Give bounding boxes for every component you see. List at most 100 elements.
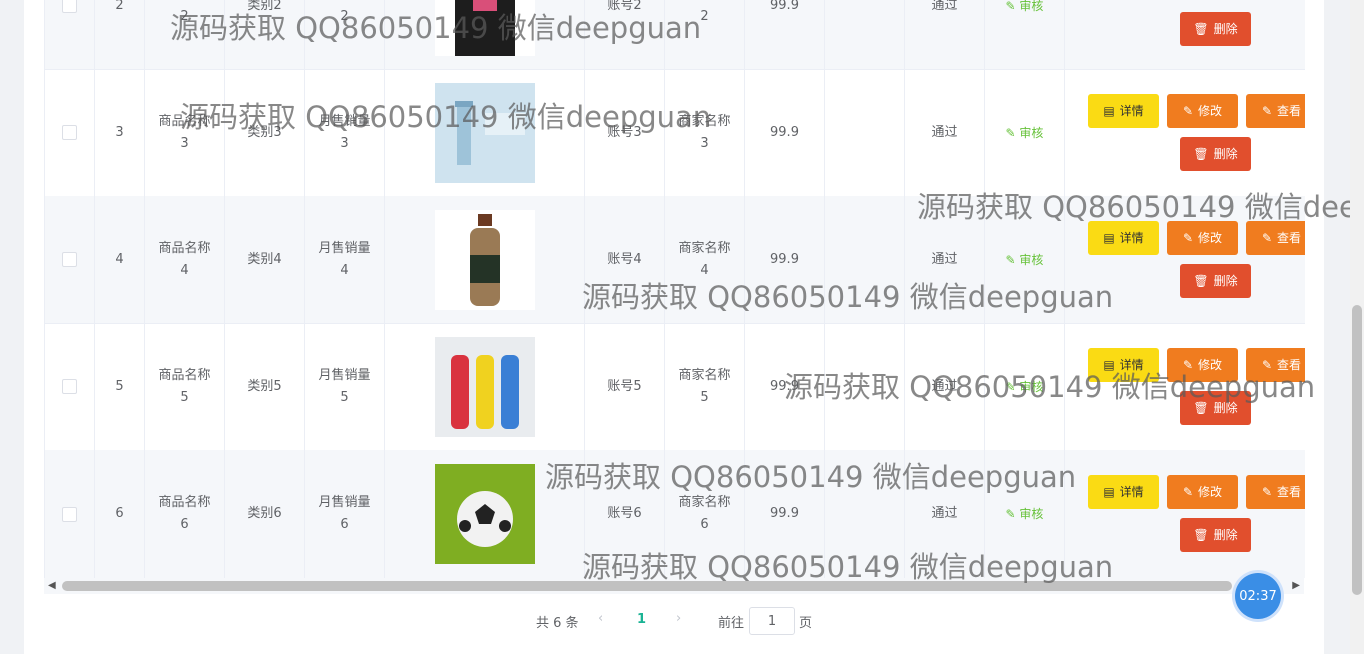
audit-link[interactable]: ✎ 审核: [1006, 122, 1044, 144]
account-cell: 账号3: [585, 69, 665, 196]
name-cell: 商品名称4: [145, 196, 225, 323]
image-cell: [385, 196, 585, 323]
index-cell: 2: [95, 0, 145, 69]
price-cell: 99.9: [745, 323, 825, 450]
category-cell: 类别2: [225, 0, 305, 69]
audit-label: 审核: [1019, 379, 1044, 394]
category-cell: 类别4: [225, 196, 305, 323]
merchant-cell: 商家名称2: [665, 0, 745, 69]
audit-label: 审核: [1019, 125, 1044, 140]
delete-button[interactable]: 🗑 删除: [1180, 391, 1251, 425]
row-checkbox-cell: [45, 0, 95, 69]
account-cell: 账号6: [585, 450, 665, 578]
actions-cell: ▤ 详情 ✎ 修改 ✎ 查看 🗑 删除: [1065, 450, 1305, 578]
delete-button[interactable]: 🗑 删除: [1180, 12, 1251, 46]
product-image: [434, 0, 535, 56]
document-icon: ▤: [1103, 104, 1115, 118]
sales-cell: 月售销量4: [305, 196, 385, 323]
row-checkbox[interactable]: [62, 0, 77, 13]
actions-cell: 🗑 删除: [1065, 0, 1305, 69]
audit-cell: ✎ 审核: [985, 196, 1065, 323]
audit-link[interactable]: ✎ 审核: [1006, 249, 1044, 271]
edit-button[interactable]: ✎ 修改: [1167, 94, 1238, 128]
delete-button[interactable]: 🗑 删除: [1180, 137, 1251, 171]
view-button[interactable]: ✎ 查看: [1246, 94, 1305, 128]
pagination: 共 6 条 ‹ 1 › 前往 1 页: [0, 607, 1364, 635]
table-row: 6 商品名称6 类别6 月售销量6 账号6 商家名称6 99.9 通过 ✎ 审核…: [45, 450, 1305, 578]
row-checkbox[interactable]: [62, 379, 77, 394]
vertical-scroll-thumb[interactable]: [1352, 305, 1362, 595]
category-cell: 类别5: [225, 323, 305, 450]
page-jump-input[interactable]: 1: [749, 607, 795, 635]
empty-cell: [825, 0, 905, 69]
name-cell: 商品名称5: [145, 323, 225, 450]
scroll-right-icon[interactable]: ▶: [1292, 580, 1300, 591]
row-checkbox-cell: [45, 450, 95, 578]
audit-link[interactable]: ✎ 审核: [1006, 503, 1044, 525]
delete-button[interactable]: 🗑 删除: [1180, 518, 1251, 552]
account-cell: 账号5: [585, 323, 665, 450]
view-button[interactable]: ✎ 查看: [1246, 221, 1305, 255]
document-icon: ▤: [1103, 485, 1115, 499]
audit-label: 审核: [1019, 0, 1044, 13]
row-checkbox-cell: [45, 69, 95, 196]
row-checkbox[interactable]: [62, 252, 77, 267]
vertical-scrollbar[interactable]: [1350, 0, 1364, 654]
view-button[interactable]: ✎ 查看: [1246, 348, 1305, 382]
detail-button[interactable]: ▤ 详情: [1088, 94, 1159, 128]
scroll-left-icon[interactable]: ◀: [48, 580, 56, 591]
recording-timer[interactable]: 02:37: [1235, 573, 1281, 619]
horizontal-scrollbar[interactable]: ◀ ▶: [44, 578, 1304, 594]
audit-label: 审核: [1019, 507, 1044, 521]
image-cell: [385, 0, 585, 69]
merchant-cell: 商家名称4: [665, 196, 745, 323]
image-cell: [385, 450, 585, 578]
goto-label: 前往: [718, 616, 745, 631]
detail-button[interactable]: ▤ 详情: [1088, 348, 1159, 382]
audit-cell: ✎ 审核: [985, 323, 1065, 450]
trash-icon: 🗑: [1193, 274, 1209, 288]
empty-cell: [825, 69, 905, 196]
edit-button[interactable]: ✎ 修改: [1167, 348, 1238, 382]
page-number-current[interactable]: 1: [637, 612, 646, 627]
account-cell: 账号2: [585, 0, 665, 69]
merchant-cell: 商家名称5: [665, 323, 745, 450]
horizontal-scroll-thumb[interactable]: [62, 581, 1232, 591]
prev-page-icon[interactable]: ‹: [598, 611, 603, 626]
index-cell: 6: [95, 450, 145, 578]
edit-button[interactable]: ✎ 修改: [1167, 221, 1238, 255]
row-checkbox[interactable]: [62, 506, 77, 522]
name-cell: 商品名称2: [145, 0, 225, 69]
audit-link[interactable]: ✎ 审核: [1006, 376, 1044, 398]
product-table: 2 商品名称2 类别2 月售销量2 账号2 商家名称2 99.9 通过 ✎ 审核…: [44, 0, 1305, 578]
pencil-icon: ✎: [1261, 485, 1273, 499]
image-cell: [385, 323, 585, 450]
next-page-icon[interactable]: ›: [676, 611, 681, 626]
audit-link[interactable]: ✎ 审核: [1006, 0, 1044, 17]
audit-label: 审核: [1019, 252, 1044, 267]
detail-button[interactable]: ▤ 详情: [1088, 475, 1159, 509]
total-count: 共 6 条: [536, 616, 579, 631]
product-image: [434, 209, 535, 310]
pencil-icon: ✎: [1261, 358, 1273, 372]
status-cell: 通过: [905, 323, 985, 450]
empty-cell: [825, 323, 905, 450]
audit-cell: ✎ 审核: [985, 450, 1065, 578]
trash-icon: 🗑: [1193, 528, 1209, 542]
actions-cell: ▤ 详情 ✎ 修改 ✎ 查看 🗑 删除: [1065, 323, 1305, 450]
index-cell: 3: [95, 69, 145, 196]
pencil-icon: ✎: [1182, 358, 1194, 372]
table-row: 3 商品名称3 类别3 月售销量3 账号3 商家名称3 99.9 通过 ✎ 审核…: [45, 69, 1305, 197]
price-cell: 99.9: [745, 69, 825, 196]
table-row: 4 商品名称4 类别4 月售销量4 账号4 商家名称4 99.9 通过 ✎ 审核…: [45, 196, 1305, 324]
document-icon: ▤: [1103, 358, 1115, 372]
image-cell: [385, 69, 585, 196]
edit-button[interactable]: ✎ 修改: [1167, 475, 1238, 509]
detail-button[interactable]: ▤ 详情: [1088, 221, 1159, 255]
row-checkbox[interactable]: [62, 125, 77, 140]
delete-button[interactable]: 🗑 删除: [1180, 264, 1251, 298]
name-cell: 商品名称3: [145, 69, 225, 196]
sales-cell: 月售销量3: [305, 69, 385, 196]
view-button[interactable]: ✎ 查看: [1246, 475, 1305, 509]
status-cell: 通过: [905, 450, 985, 578]
